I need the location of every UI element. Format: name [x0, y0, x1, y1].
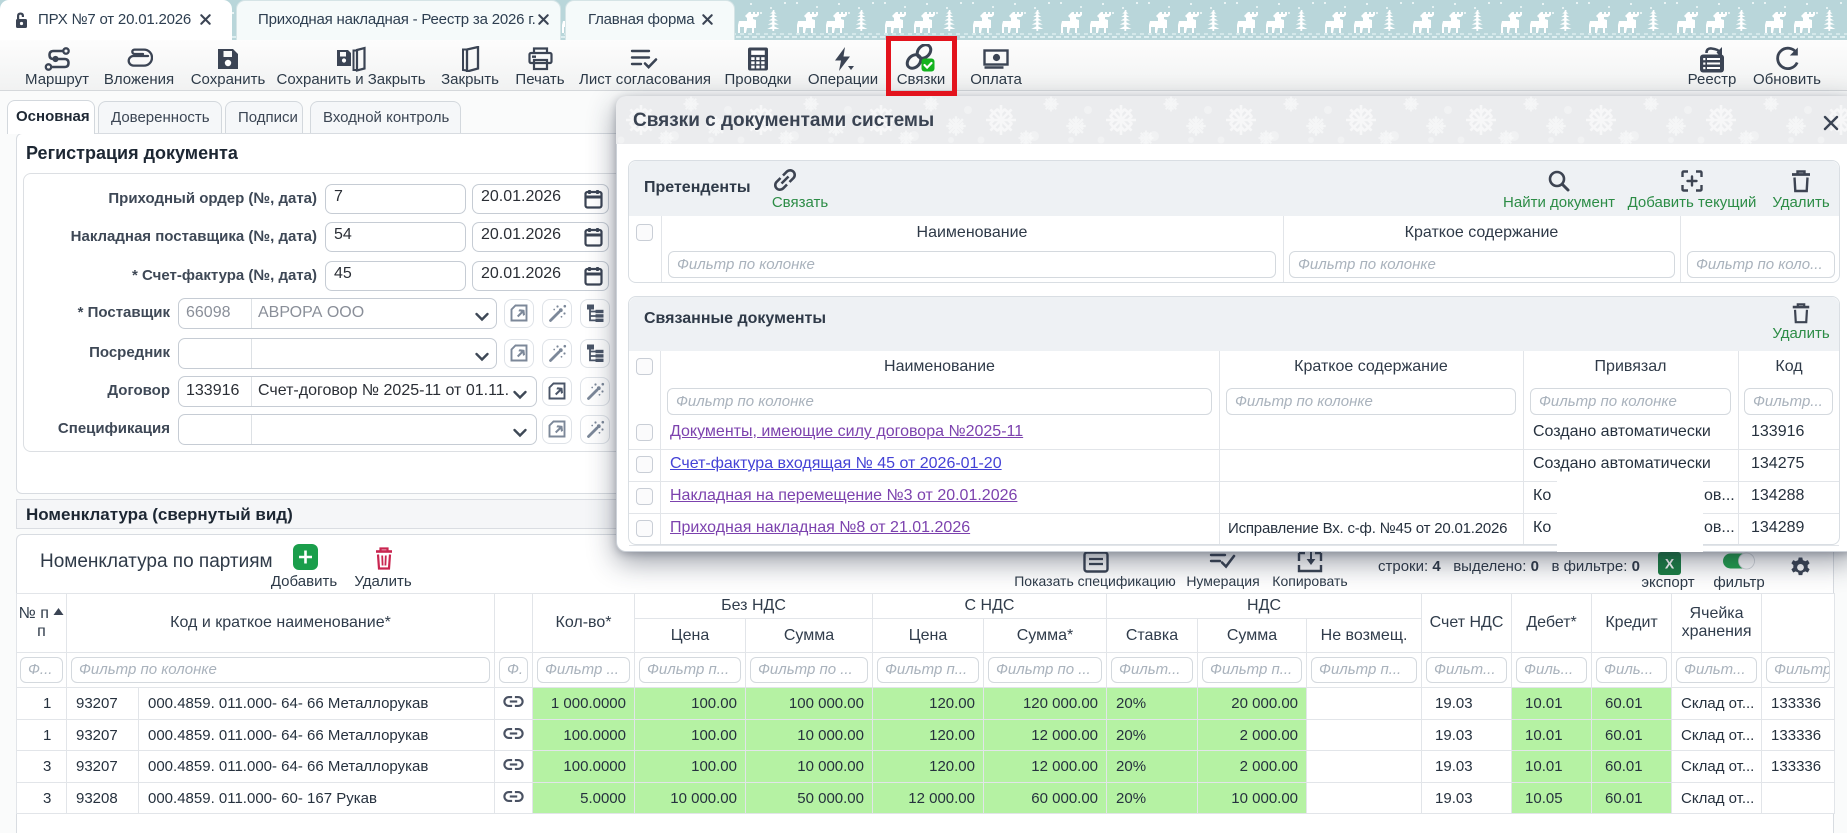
svg-text:X: X: [1665, 556, 1675, 572]
